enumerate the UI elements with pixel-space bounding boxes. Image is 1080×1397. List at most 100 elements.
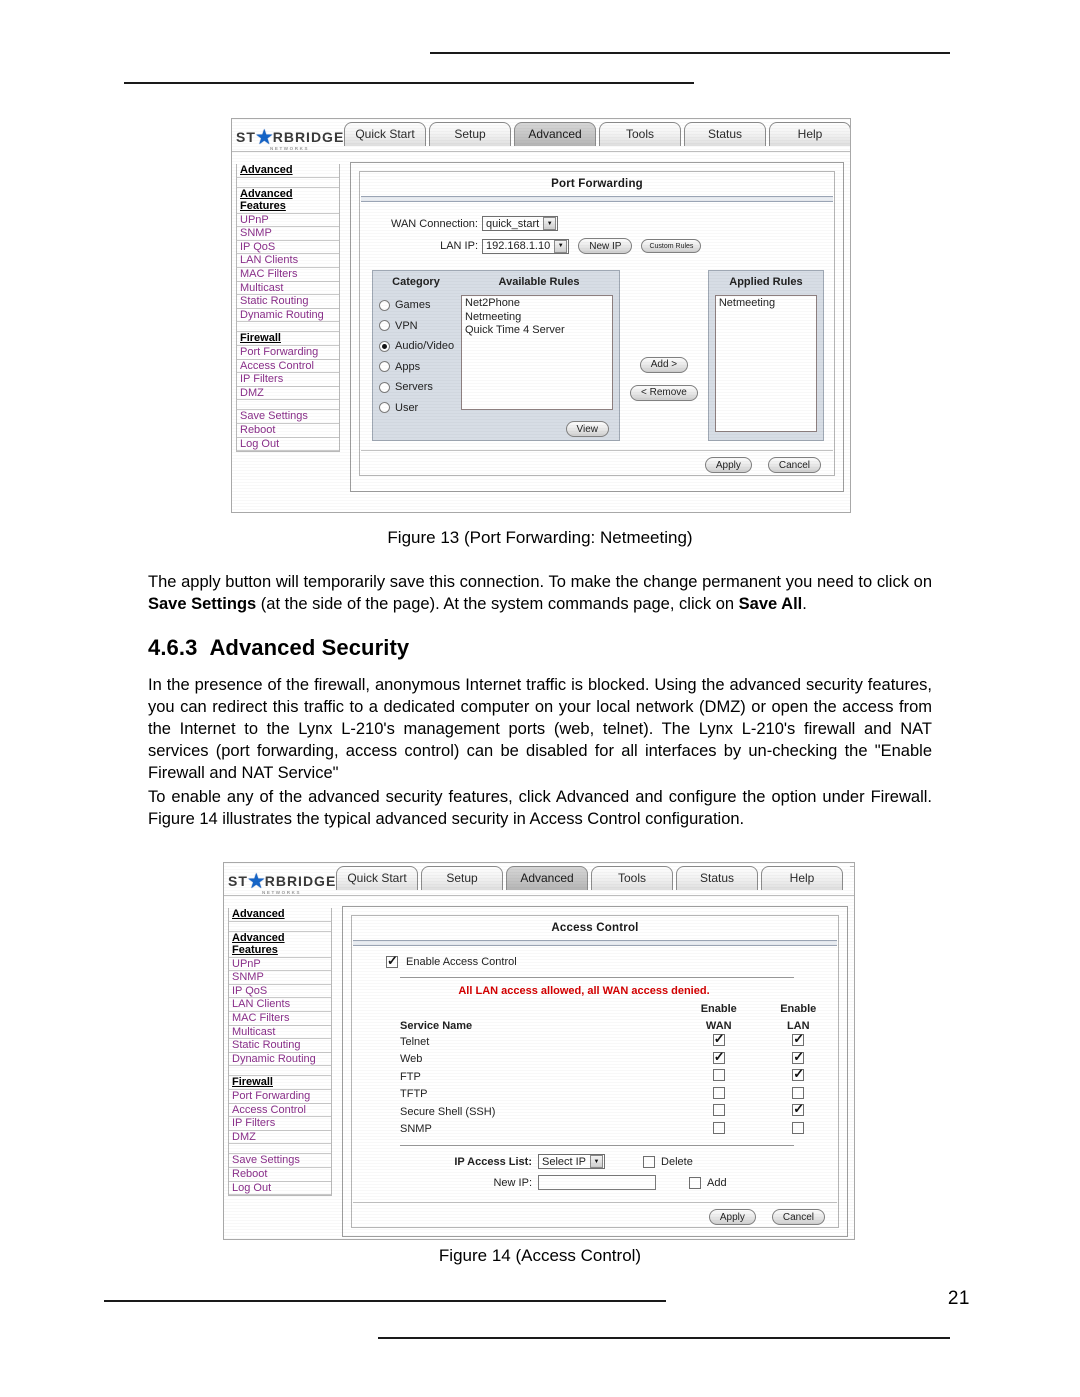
sidebar-item-upnp[interactable]: UPnP <box>229 958 331 972</box>
sidebar-item-ip-qos[interactable]: IP QoS <box>237 241 339 255</box>
sidebar-item-snmp[interactable]: SNMP <box>237 227 339 241</box>
wan-checkbox-cell[interactable] <box>679 1086 758 1104</box>
sidebar-item-mac-filters[interactable]: MAC Filters <box>229 1012 331 1026</box>
sidebar-item-port-forwarding[interactable]: Port Forwarding <box>229 1090 331 1104</box>
sidebar-item-ip-qos[interactable]: IP QoS <box>229 985 331 999</box>
tab-tools[interactable]: Tools <box>599 122 681 146</box>
lan-ip-select[interactable]: 192.168.1.10 ▼ <box>482 238 570 254</box>
ip-access-list-select[interactable]: Select IP ▼ <box>538 1154 606 1169</box>
checkbox-icon[interactable] <box>792 1121 805 1134</box>
category-option-user[interactable]: User <box>379 398 459 419</box>
sidebar-item-dynamic-routing[interactable]: Dynamic Routing <box>237 309 339 323</box>
lan-checkbox-cell[interactable] <box>759 1032 839 1051</box>
tab-status[interactable]: Status <box>684 122 766 146</box>
checkbox-icon[interactable] <box>792 1086 805 1099</box>
radio-icon[interactable] <box>379 381 390 393</box>
custom-rules-button[interactable]: Custom Rules <box>641 239 702 253</box>
tab-quick-start[interactable]: Quick Start <box>336 866 418 890</box>
wan-checkbox-cell[interactable] <box>679 1103 758 1121</box>
sidebar-item-log-out[interactable]: Log Out <box>237 438 339 452</box>
tab-quick-start[interactable]: Quick Start <box>344 122 426 146</box>
list-item[interactable]: Net2Phone <box>465 297 609 311</box>
sidebar-item-save-settings[interactable]: Save Settings <box>229 1154 331 1168</box>
sidebar-item-static-routing[interactable]: Static Routing <box>237 295 339 309</box>
tab-setup[interactable]: Setup <box>421 866 503 890</box>
list-item[interactable]: Quick Time 4 Server <box>465 324 609 338</box>
lan-checkbox-cell[interactable] <box>759 1067 839 1086</box>
checkbox-icon[interactable] <box>712 1069 725 1082</box>
checkbox-icon[interactable] <box>689 1176 701 1189</box>
apply-button[interactable]: Apply <box>708 1209 756 1225</box>
available-rules-listbox[interactable]: Net2Phone Netmeeting Quick Time 4 Server <box>461 295 613 410</box>
checkbox-icon-checked[interactable] <box>712 1032 725 1047</box>
sidebar-item-log-out[interactable]: Log Out <box>229 1182 331 1196</box>
cancel-button[interactable]: Cancel <box>771 1209 825 1225</box>
sidebar-item-lan-clients[interactable]: LAN Clients <box>229 998 331 1013</box>
new-ip-button[interactable]: New IP <box>578 238 633 254</box>
sidebar-item-access-control[interactable]: Access Control <box>237 360 339 374</box>
apply-button[interactable]: Apply <box>704 457 752 473</box>
category-option-vpn[interactable]: VPN <box>379 316 459 337</box>
sidebar-item-snmp[interactable]: SNMP <box>229 971 331 985</box>
category-option-apps[interactable]: Apps <box>379 357 459 378</box>
category-option-servers[interactable]: Servers <box>379 377 459 398</box>
cancel-button[interactable]: Cancel <box>767 457 821 473</box>
radio-icon[interactable] <box>379 361 390 373</box>
remove-button[interactable]: < Remove <box>630 384 698 401</box>
sidebar-item-static-routing[interactable]: Static Routing <box>229 1039 331 1053</box>
checkbox-icon-checked[interactable] <box>712 1050 725 1064</box>
sidebar-item-port-forwarding[interactable]: Port Forwarding <box>237 346 339 360</box>
list-item[interactable]: Netmeeting <box>465 311 609 325</box>
sidebar-item-access-control[interactable]: Access Control <box>229 1104 331 1118</box>
checkbox-icon-checked[interactable] <box>792 1102 805 1117</box>
sidebar-item-dmz[interactable]: DMZ <box>229 1131 331 1145</box>
tab-setup[interactable]: Setup <box>429 122 511 146</box>
radio-icon[interactable] <box>379 402 390 414</box>
add-option[interactable]: Add <box>689 1176 727 1189</box>
checkbox-icon-checked[interactable] <box>792 1050 805 1064</box>
lan-checkbox-cell[interactable] <box>759 1121 839 1139</box>
tab-advanced[interactable]: Advanced <box>514 122 596 146</box>
list-item[interactable]: Netmeeting <box>719 297 813 311</box>
radio-icon[interactable] <box>379 320 390 332</box>
enable-access-control-row[interactable]: Enable Access Control <box>386 954 838 968</box>
checkbox-icon[interactable] <box>712 1121 725 1134</box>
sidebar-item-dynamic-routing[interactable]: Dynamic Routing <box>229 1053 331 1067</box>
sidebar-item-save-settings[interactable]: Save Settings <box>237 410 339 424</box>
tab-tools[interactable]: Tools <box>591 866 673 890</box>
tab-advanced[interactable]: Advanced <box>506 866 588 890</box>
tab-help[interactable]: Help <box>761 866 843 890</box>
lan-checkbox-cell[interactable] <box>759 1102 839 1121</box>
wan-checkbox-cell[interactable] <box>679 1050 758 1069</box>
radio-icon[interactable] <box>379 299 390 311</box>
checkbox-icon[interactable] <box>712 1086 725 1099</box>
sidebar-item-multicast[interactable]: Multicast <box>237 282 339 296</box>
delete-option[interactable]: Delete <box>643 1155 693 1168</box>
new-ip-input[interactable] <box>538 1175 656 1190</box>
sidebar-item-multicast[interactable]: Multicast <box>229 1026 331 1040</box>
wan-connection-select[interactable]: quick_start ▼ <box>482 216 559 231</box>
sidebar-item-ip-filters[interactable]: IP Filters <box>229 1117 331 1131</box>
sidebar-item-lan-clients[interactable]: LAN Clients <box>237 254 339 269</box>
tab-status[interactable]: Status <box>676 866 758 890</box>
checkbox-icon-checked[interactable] <box>792 1067 805 1082</box>
category-option-games[interactable]: Games <box>379 295 459 316</box>
add-button[interactable]: Add > <box>639 356 689 373</box>
sidebar-item-reboot[interactable]: Reboot <box>229 1168 331 1182</box>
wan-checkbox-cell[interactable] <box>679 1068 758 1086</box>
sidebar-item-mac-filters[interactable]: MAC Filters <box>237 268 339 282</box>
sidebar-item-ip-filters[interactable]: IP Filters <box>237 373 339 387</box>
sidebar-item-reboot[interactable]: Reboot <box>237 424 339 438</box>
checkbox-icon[interactable] <box>712 1104 725 1117</box>
wan-checkbox-cell[interactable] <box>679 1032 758 1051</box>
sidebar-item-dmz[interactable]: DMZ <box>237 387 339 401</box>
category-option-audio-video[interactable]: Audio/Video <box>379 336 459 357</box>
radio-icon-selected[interactable] <box>379 340 390 352</box>
checkbox-icon-checked[interactable] <box>386 954 398 968</box>
view-button[interactable]: View <box>565 421 609 437</box>
checkbox-icon-checked[interactable] <box>792 1032 805 1047</box>
tab-help[interactable]: Help <box>769 122 850 146</box>
sidebar-item-upnp[interactable]: UPnP <box>237 214 339 228</box>
wan-checkbox-cell[interactable] <box>679 1121 758 1139</box>
applied-rules-listbox[interactable]: Netmeeting <box>714 295 817 432</box>
